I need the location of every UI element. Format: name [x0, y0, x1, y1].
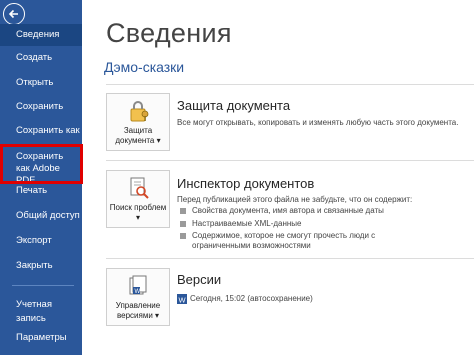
inspect-section-intro: Перед публикацией этого файла не забудьт… [177, 195, 413, 204]
sidebar-item-new[interactable]: Создать [0, 52, 82, 64]
chevron-down-icon: ▾ [156, 136, 161, 145]
divider [106, 84, 474, 85]
sidebar-item-label: Создать [16, 52, 53, 63]
document-inspect-icon [130, 177, 149, 199]
check-for-issues-button-label: Поиск проблем ▾ [109, 203, 167, 222]
bullet-icon [180, 207, 186, 214]
document-versions-icon: W [129, 275, 147, 295]
sidebar-item-label: Учетная запись [16, 299, 52, 324]
sidebar-item-print[interactable]: Печать [0, 185, 82, 197]
manage-versions-button-label: Управление версиями ▾ [115, 301, 161, 320]
protect-section-title: Защита документа [177, 98, 291, 113]
backstage-main: Сведения Дэмо-сказки Защита документа ▾ … [82, 0, 474, 355]
versions-section-title: Версии [177, 272, 222, 287]
sidebar-item-label: Общий доступ [16, 210, 80, 221]
word-document-icon: W [177, 293, 187, 304]
highlight-box [0, 144, 83, 184]
sidebar-item-export[interactable]: Экспорт [0, 235, 82, 247]
page-title: Сведения [106, 18, 232, 48]
sidebar-item-label: Сведения [16, 29, 60, 40]
sidebar-item-options[interactable]: Параметры [0, 332, 82, 344]
sidebar-item-share[interactable]: Общий доступ [0, 210, 82, 222]
sidebar-item-label: Параметры [16, 332, 67, 343]
version-entry[interactable]: W Сегодня, 15:02 (автосохранение) [177, 293, 313, 304]
divider [106, 258, 474, 259]
sidebar-item-label: Закрыть [16, 260, 53, 271]
protect-document-button[interactable]: Защита документа ▾ [106, 93, 170, 151]
list-item: Свойства документа, имя автора и связанн… [180, 206, 407, 216]
arrow-left-icon [8, 9, 18, 19]
sidebar-item-label: Экспорт [16, 235, 52, 246]
back-button[interactable] [3, 3, 25, 25]
backstage-sidebar: Сведения Создать Открыть Сохранить Сохра… [0, 0, 83, 355]
sidebar-item-save[interactable]: Сохранить [0, 101, 82, 113]
sidebar-item-info[interactable]: Сведения [0, 24, 82, 46]
bullet-icon [180, 232, 186, 239]
protect-document-button-label: Защита документа ▾ [115, 126, 161, 145]
bullet-icon [180, 220, 186, 227]
sidebar-item-label: Сохранить [16, 101, 64, 112]
list-item: Содержимое, которое не смогут прочесть л… [180, 231, 392, 251]
sidebar-item-label: Сохранить как [16, 125, 80, 136]
chevron-down-icon: ▾ [155, 311, 160, 320]
manage-versions-button[interactable]: W Управление версиями ▾ [106, 268, 170, 326]
protect-section-text: Все могут открывать, копировать и изменя… [177, 118, 459, 127]
sidebar-item-account[interactable]: Учетная запись [0, 298, 82, 326]
sidebar-item-label: Печать [16, 185, 48, 196]
svg-text:W: W [179, 295, 187, 304]
lock-key-icon [130, 101, 149, 122]
sidebar-divider [12, 285, 74, 286]
sidebar-item-open[interactable]: Открыть [0, 77, 82, 89]
document-name: Дэмо-сказки [104, 59, 185, 75]
divider [106, 160, 474, 161]
sidebar-item-save-as[interactable]: Сохранить как [0, 125, 82, 137]
sidebar-item-label: Открыть [16, 77, 54, 88]
svg-text:W: W [135, 289, 141, 295]
list-item: Настраиваемые XML-данные [180, 219, 407, 229]
check-for-issues-button[interactable]: Поиск проблем ▾ [106, 170, 170, 228]
version-entry-label: Сегодня, 15:02 (автосохранение) [190, 294, 313, 303]
sidebar-item-close[interactable]: Закрыть [0, 260, 82, 272]
inspect-section-title: Инспектор документов [177, 176, 315, 191]
chevron-down-icon: ▾ [135, 213, 140, 222]
